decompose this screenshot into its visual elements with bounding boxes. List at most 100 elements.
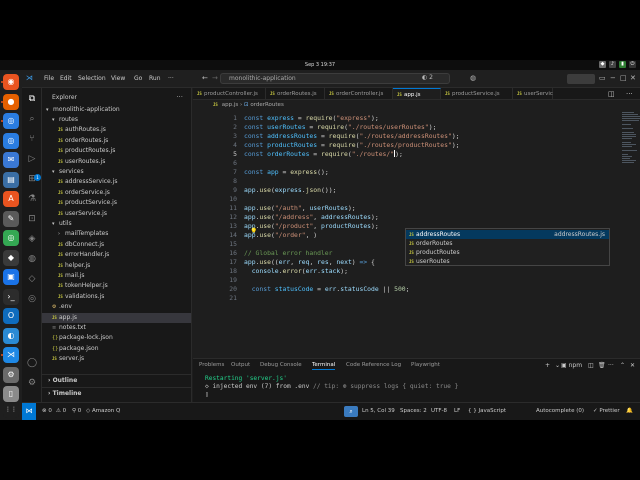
encoding[interactable]: UTF-8 <box>431 408 447 414</box>
tree-item[interactable]: ▾ routes <box>42 115 191 125</box>
app-edge-icon[interactable]: ◐ <box>3 327 19 344</box>
tree-item[interactable]: JS mail.js <box>42 271 191 281</box>
remote-explorer-icon[interactable]: ⊡ <box>25 212 39 226</box>
tree-item[interactable]: JS addressService.js <box>42 177 191 187</box>
run-debug-icon[interactable]: ▷ <box>25 152 39 166</box>
terminal-profile-icon[interactable]: ⌄ <box>555 362 560 369</box>
system-tray[interactable]: ◆ ♪ ▮ ⏻ <box>599 61 636 68</box>
notifications-icon[interactable]: 🔔 <box>626 408 633 414</box>
account-chip[interactable] <box>567 74 595 84</box>
panel-tab-2[interactable]: Debug Console <box>260 362 302 368</box>
editor-more-icon[interactable]: ··· <box>626 90 633 98</box>
errors-count[interactable]: ⊗ 0 <box>42 408 52 414</box>
new-terminal-icon[interactable]: + <box>545 362 550 369</box>
tree-item[interactable]: {}package-lock.json <box>42 333 191 343</box>
chrome-icon[interactable]: ◎ <box>3 113 19 129</box>
google-chrome-icon[interactable]: ◎ <box>3 230 19 246</box>
app-blue-icon[interactable]: ▣ <box>3 269 19 285</box>
testing-icon[interactable]: ⚗ <box>25 192 39 206</box>
copilot-icon[interactable]: ◍ <box>470 74 476 82</box>
split-terminal-icon[interactable]: ◫ <box>588 362 594 369</box>
amazon-q-status[interactable]: ◇ Amazon Q <box>86 408 120 414</box>
tree-item[interactable]: JS authRoutes.js <box>42 125 191 135</box>
back-arrow-icon[interactable]: ← <box>202 74 208 82</box>
suggestion-item[interactable]: JS productRoutes <box>406 248 609 257</box>
timeline-section[interactable]: › Timeline <box>42 387 191 399</box>
tree-item[interactable]: › mailTemplates <box>42 229 191 239</box>
layout-toggle-icon[interactable]: ▭ <box>599 74 606 82</box>
tree-item[interactable]: JS userService.js <box>42 209 191 219</box>
panel-more-icon[interactable]: ··· <box>608 362 614 369</box>
tab-2[interactable]: JS orderController.js <box>325 88 393 99</box>
tree-item[interactable]: ▾ services <box>42 167 191 177</box>
suggestion-item[interactable]: JS userRoutes <box>406 257 609 266</box>
thunderbird-icon[interactable]: ✉ <box>3 152 19 168</box>
cursor-position[interactable]: Ln 5, Col 39 <box>362 408 395 414</box>
warnings-count[interactable]: ⚠ 0 <box>56 408 66 414</box>
lightbulb-icon[interactable]: 💡 <box>250 228 257 235</box>
maximize-panel-icon[interactable]: ⌃ <box>620 362 625 369</box>
autocomplete-status[interactable]: Autocomplete (0) <box>536 408 584 414</box>
end-of-line[interactable]: LF <box>454 408 460 414</box>
breadcrumb-file[interactable]: app.js <box>222 102 239 108</box>
menu-edit[interactable]: Edit <box>60 75 72 82</box>
vscode-icon[interactable]: ⋊ <box>3 347 19 363</box>
breadcrumb-symbol[interactable]: orderRoutes <box>250 102 284 108</box>
tree-item[interactable]: ≡ notes.txt <box>42 323 191 333</box>
menu-run[interactable]: Run <box>149 75 161 82</box>
panel-tab-3[interactable]: Terminal <box>312 362 336 370</box>
explorer-root-folder[interactable]: ▾ monolithic-application <box>42 105 191 115</box>
tree-item[interactable]: ⚙ .env <box>42 302 191 312</box>
explorer-more-button[interactable]: ··· <box>176 93 183 101</box>
menu-view[interactable]: View <box>111 75 125 82</box>
inkscape-icon[interactable]: ◆ <box>3 249 19 266</box>
tree-item[interactable]: JS productService.js <box>42 198 191 208</box>
panel-tab-1[interactable]: Output <box>231 362 250 368</box>
tree-item[interactable]: JS server.js <box>42 354 191 364</box>
explorer-icon[interactable]: ⧉ <box>25 92 39 106</box>
settings-icon[interactable]: ⚙ <box>3 366 19 383</box>
tree-item[interactable]: JS dbConnect.js <box>42 240 191 250</box>
postman-icon[interactable]: ◎ <box>25 292 39 306</box>
tree-item[interactable]: ▾ utils <box>42 219 191 229</box>
menu-selection[interactable]: Selection <box>78 75 106 82</box>
forward-arrow-icon[interactable]: → <box>212 74 218 82</box>
text-editor-icon[interactable]: ✎ <box>3 210 19 227</box>
chromium-icon[interactable]: ◎ <box>3 132 19 149</box>
close-panel-icon[interactable]: ✕ <box>630 362 635 369</box>
outlook-icon[interactable]: O <box>3 308 19 324</box>
menu-go[interactable]: Go <box>134 75 142 82</box>
indentation[interactable]: Spaces: 2 <box>400 408 427 414</box>
tree-item[interactable]: JS productRoutes.js <box>42 146 191 156</box>
trash-icon[interactable]: ▯ <box>3 386 19 402</box>
system-clock[interactable]: Sep 3 19:37 <box>0 62 640 68</box>
kill-terminal-icon[interactable]: 🗑 <box>598 362 606 369</box>
terminal-output[interactable]: Restarting 'server.js' ◇ injected env (7… <box>205 375 625 399</box>
zoom-indicator-icon[interactable]: ⌕ <box>344 406 358 417</box>
minimap[interactable] <box>620 110 640 170</box>
maximize-icon[interactable]: □ <box>620 74 627 82</box>
panel-tab-5[interactable]: Playwright <box>411 362 440 368</box>
tree-item[interactable]: JS userRoutes.js <box>42 157 191 167</box>
suggestion-item[interactable]: JS orderRoutes <box>406 239 609 248</box>
tree-item[interactable]: JS errorHandler.js <box>42 250 191 260</box>
source-control-icon[interactable]: ⑂ <box>25 132 39 146</box>
ports-count[interactable]: ⚲ 0 <box>72 408 81 414</box>
tree-item[interactable]: JS helper.js <box>42 261 191 271</box>
tree-item[interactable]: JS orderService.js <box>42 188 191 198</box>
prettier-status[interactable]: ✓ Prettier <box>593 408 620 414</box>
tree-item[interactable]: JS validations.js <box>42 292 191 302</box>
tab-1[interactable]: JS orderRoutes.js <box>266 88 325 99</box>
code-editor[interactable]: 1 const express = require("express"); 2 con… <box>193 110 640 358</box>
close-icon[interactable]: ✕ <box>630 74 636 82</box>
tree-item[interactable]: JS app.js <box>42 312 191 323</box>
suggestion-item[interactable]: JS addressRoutes addressRoutes.js <box>406 230 609 239</box>
database-icon[interactable]: ◍ <box>25 252 39 266</box>
tree-item[interactable]: {}package.json <box>42 344 191 354</box>
manage-gear-icon[interactable]: ⚙ <box>25 376 39 390</box>
menu-file[interactable]: File <box>44 75 54 82</box>
firefox-icon[interactable]: ● <box>3 93 19 110</box>
remote-indicator[interactable]: ⋈ <box>22 403 36 420</box>
show-apps-icon[interactable]: ⋮⋮ <box>3 402 19 418</box>
copilot-status-icon[interactable]: ◐ 2 <box>422 74 433 81</box>
